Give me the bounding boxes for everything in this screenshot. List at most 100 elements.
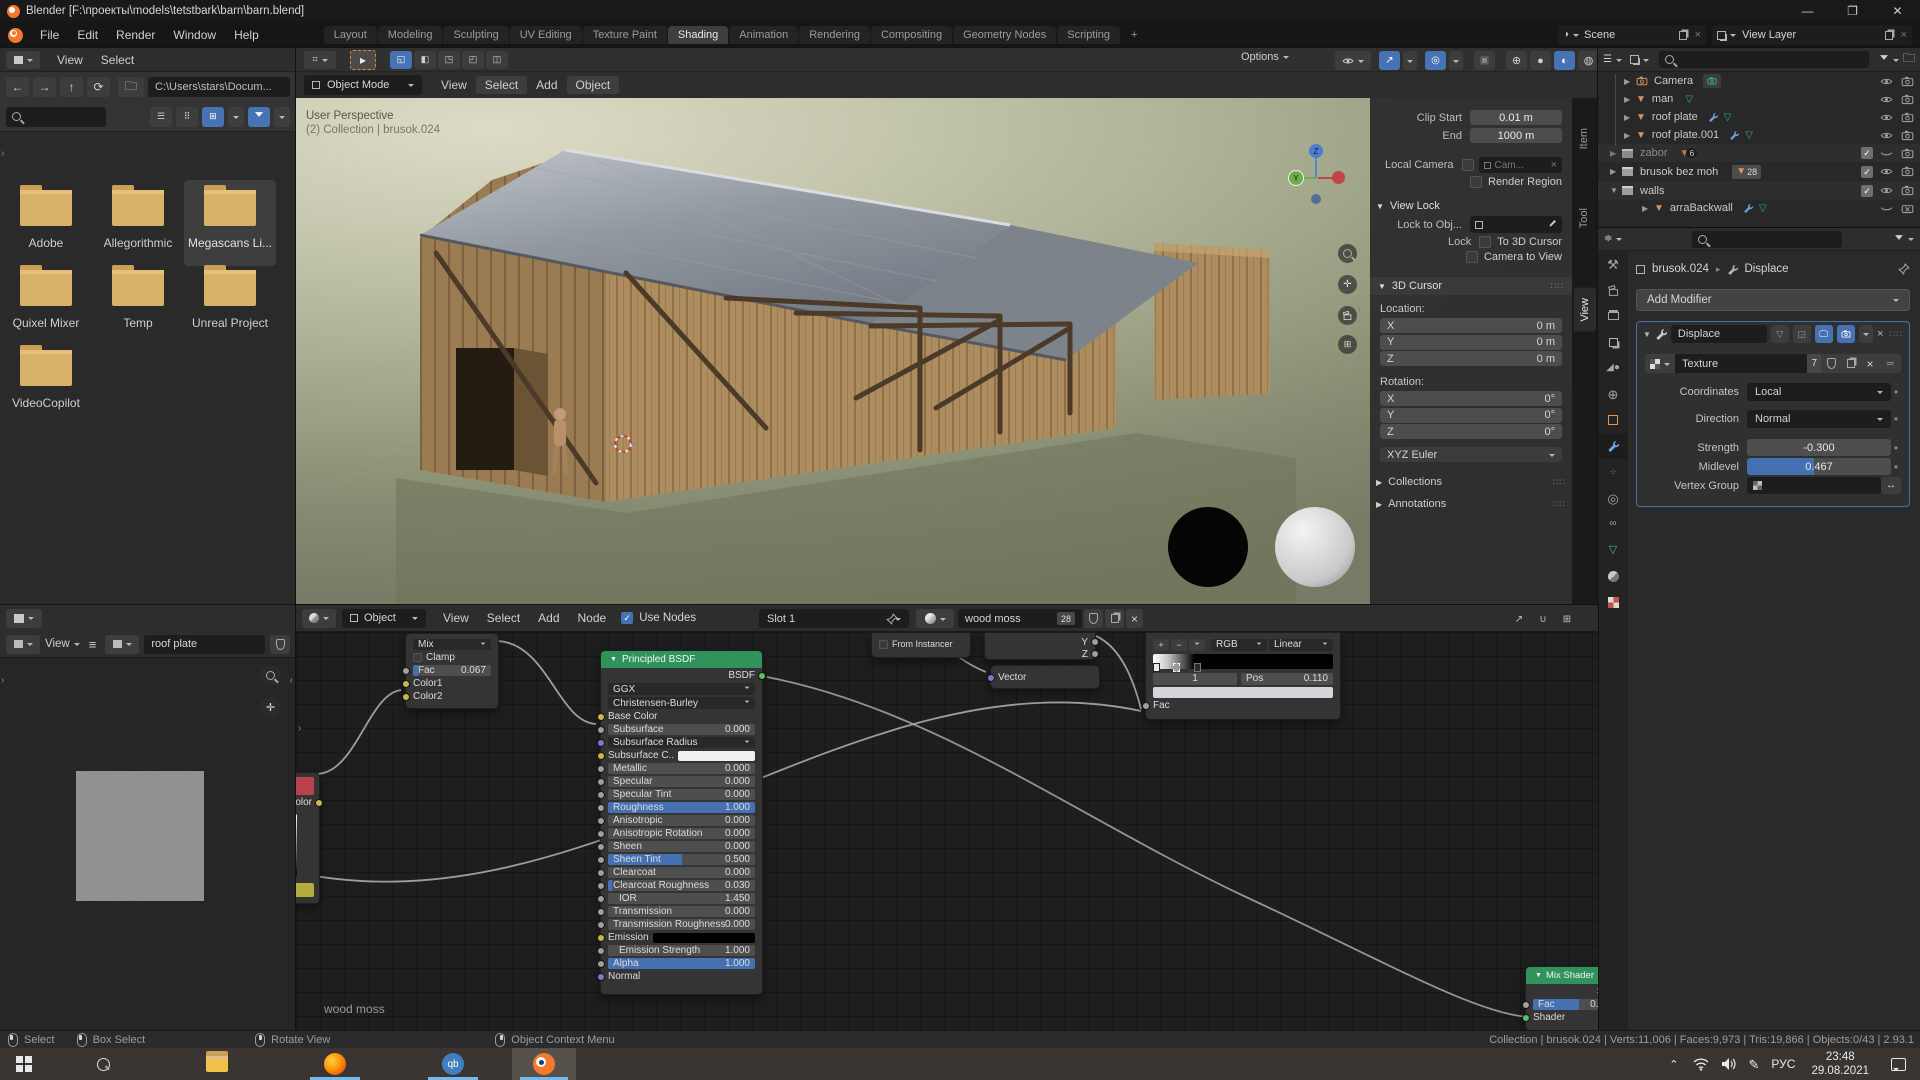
add-modifier-dropdown[interactable]: Add Modifier: [1636, 289, 1910, 311]
tab-shading[interactable]: Shading: [668, 26, 728, 44]
viewport-menu-select[interactable]: Select: [476, 76, 527, 94]
gradient-bar[interactable]: [1153, 654, 1333, 669]
shader-editor-type-dropdown[interactable]: [302, 609, 336, 628]
add-stop-button[interactable]: +: [1153, 639, 1169, 651]
display-size-dropdown[interactable]: [228, 107, 244, 127]
properties-search-input[interactable]: [1692, 231, 1842, 248]
disable-render-icon[interactable]: [1901, 93, 1914, 106]
sheen-socket[interactable]: [597, 843, 605, 851]
local-camera-field[interactable]: Cam...×: [1479, 157, 1563, 173]
shader-input-socket[interactable]: [1522, 1014, 1530, 1022]
coordinates-dropdown[interactable]: Local: [1747, 383, 1891, 401]
magnet-snap-icon[interactable]: ∪: [1534, 611, 1552, 627]
shading-solid-button[interactable]: ●: [1530, 51, 1551, 70]
midlevel-slider[interactable]: 0.467: [1747, 458, 1891, 475]
disable-render-icon[interactable]: [1901, 75, 1914, 88]
edit-mode-toggle[interactable]: ▽: [1771, 325, 1789, 343]
node-header[interactable]: ▼Mix Shader: [1526, 967, 1598, 984]
subsurface-color-socket[interactable]: [597, 752, 605, 760]
color1-input-socket[interactable]: [402, 680, 410, 688]
image-browse-dropdown[interactable]: [105, 635, 139, 654]
show-texture-tab-button[interactable]: ≕: [1879, 354, 1901, 373]
show-viewport-toggle[interactable]: 🖵: [1815, 325, 1833, 343]
material-users-count[interactable]: 28: [1057, 612, 1075, 625]
outliner-row-roof-plate-001[interactable]: ▶▼roof plate.001▽: [1598, 126, 1920, 144]
display-horizontal-list-button[interactable]: ⠿: [176, 107, 198, 127]
anisotropic-rotation-slider[interactable]: Anisotropic Rotation0.000: [608, 828, 755, 839]
breadcrumb-modifier[interactable]: Displace: [1744, 263, 1788, 275]
file-browser-expand-icon[interactable]: ›: [1, 148, 4, 159]
hide-eye-icon[interactable]: [1880, 75, 1893, 88]
vertex-group-field[interactable]: [1747, 477, 1881, 494]
shader-menu-select[interactable]: Select: [478, 611, 529, 625]
outliner-row-man[interactable]: ▶▼man▽: [1598, 90, 1920, 108]
select-mode-intersect-button[interactable]: ◫: [486, 51, 508, 69]
npanel-collapse-icon[interactable]: ‹: [1358, 304, 1361, 315]
tool-context-dropdown[interactable]: ⌗: [304, 51, 336, 69]
left-color-node[interactable]: Color: [296, 772, 320, 904]
anisotropic-rotation-socket[interactable]: [597, 830, 605, 838]
shader-menu-node[interactable]: Node: [569, 611, 616, 625]
create-folder-button[interactable]: 🗀: [118, 77, 144, 97]
shading-rendered-button[interactable]: ◍: [1578, 51, 1599, 70]
image-zoom-button[interactable]: [260, 665, 281, 686]
interpolation-dropdown[interactable]: Linear: [1269, 639, 1333, 651]
disable-render-icon[interactable]: [1901, 111, 1914, 124]
filter-button[interactable]: [248, 107, 270, 127]
add-workspace-button[interactable]: +: [1121, 26, 1147, 44]
shader-menu-view[interactable]: View: [434, 611, 478, 625]
fac-input-socket[interactable]: [1522, 1001, 1530, 1009]
viewport-menu-view[interactable]: View: [432, 78, 476, 92]
viewport-zoom-button[interactable]: [1338, 244, 1357, 263]
outliner-row-arrabackwall[interactable]: ▶▼arraBackwall▽: [1598, 200, 1920, 216]
stop-color-swatch[interactable]: [1153, 687, 1333, 698]
folder-temp[interactable]: Temp: [94, 270, 182, 330]
image-name-field[interactable]: roof plate: [144, 635, 265, 654]
taskbar-explorer-button[interactable]: [158, 1056, 276, 1072]
material-fake-user-toggle[interactable]: [1084, 609, 1103, 628]
disable-render-icon[interactable]: [1901, 129, 1914, 142]
overlays-dropdown[interactable]: [1449, 51, 1463, 70]
sheen-tint-socket[interactable]: [597, 856, 605, 864]
emission-strength-socket[interactable]: [597, 947, 605, 955]
view-layer-remove-icon[interactable]: ×: [1901, 29, 1907, 41]
language-indicator[interactable]: РУС: [1771, 1057, 1795, 1071]
vector-input-socket[interactable]: [987, 674, 995, 682]
tab-tool[interactable]: Tool: [1578, 208, 1590, 228]
subsurface-method-dropdown[interactable]: Christensen-Burley: [608, 697, 755, 709]
menu-edit[interactable]: Edit: [68, 28, 107, 42]
forward-button[interactable]: →: [33, 77, 56, 97]
colorramp-node[interactable]: + − RGB Linear 1 Pos0.110 Fac: [1145, 632, 1341, 720]
principled-bsdf-node[interactable]: ▼Principled BSDF BSDF GGX Christensen-Bu…: [600, 650, 763, 995]
panel-drag-handle[interactable]: ∷∷: [1551, 281, 1564, 292]
clearcoat-roughness-slider[interactable]: Clearcoat Roughness0.030: [608, 880, 755, 891]
overlay-grid-icon[interactable]: ⊞: [1558, 611, 1576, 627]
subsurface-radius-dropdown[interactable]: Subsurface Radius: [608, 737, 755, 748]
folder-unreal-project[interactable]: Unreal Project: [184, 270, 276, 330]
emission-strength-field[interactable]: Emission Strength1.000: [608, 945, 755, 956]
properties-tab-texture[interactable]: [1598, 589, 1628, 615]
properties-tab-world[interactable]: ⊕: [1598, 381, 1628, 407]
material-browse-dropdown[interactable]: [916, 609, 954, 628]
properties-tab-scene[interactable]: ◢●: [1598, 355, 1628, 381]
properties-tab-object[interactable]: [1598, 407, 1628, 433]
annotations-panel-header[interactable]: ▶Annotations∷∷: [1376, 498, 1566, 510]
outliner-row-brusok-bez-moh[interactable]: ▶brusok bez moh▼28✓: [1598, 162, 1920, 181]
fac-slider[interactable]: Fac0.5: [1533, 999, 1598, 1010]
clip-end-field[interactable]: 1000 m: [1470, 128, 1562, 143]
color2-input-socket[interactable]: [402, 693, 410, 701]
viewport-menu-object[interactable]: Object: [567, 76, 620, 94]
clearcoat-roughness-socket[interactable]: [597, 882, 605, 890]
outliner-row-camera[interactable]: ▶Camera: [1598, 72, 1920, 90]
gizmo-z-axis[interactable]: Z: [1309, 144, 1323, 158]
overlays-toggle[interactable]: ◎: [1425, 51, 1446, 70]
stop-index-field[interactable]: 1: [1153, 673, 1237, 685]
outliner-filter-mode-dropdown[interactable]: [1630, 55, 1649, 64]
node-color-swatch[interactable]: [296, 777, 314, 795]
ramp-fac-input-socket[interactable]: [1142, 702, 1150, 710]
image-fake-user-toggle[interactable]: [270, 635, 290, 654]
separate-outputs-node[interactable]: Y Z: [984, 632, 1096, 660]
delete-modifier-icon[interactable]: ×: [1877, 328, 1883, 340]
sheen-slider[interactable]: Sheen0.000: [608, 841, 755, 852]
emission-color-swatch[interactable]: [653, 933, 755, 943]
